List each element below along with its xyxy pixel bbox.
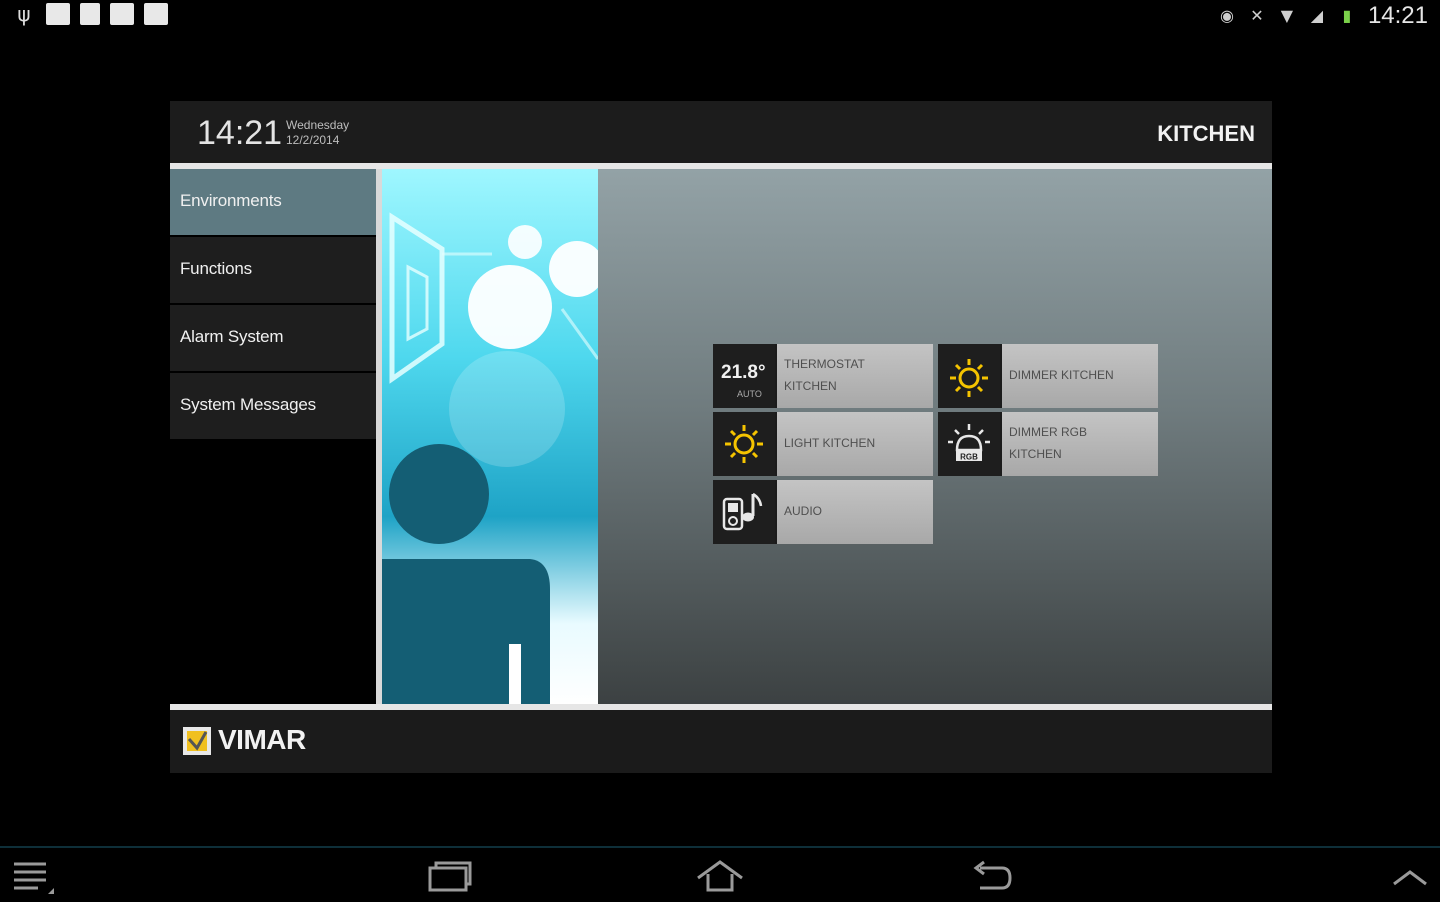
- tile-light-kitchen[interactable]: LIGHT KITCHEN: [713, 412, 933, 476]
- tile-label: DIMMER RGB KITCHEN: [1002, 412, 1158, 476]
- header-date: 12/2/2014: [286, 133, 340, 147]
- vimar-app: 14:21 Wednesday 12/2/2014 KITCHEN Enviro…: [170, 101, 1272, 773]
- back-icon[interactable]: [968, 854, 1016, 896]
- sidebar-item-alarm-system[interactable]: Alarm System: [170, 305, 376, 373]
- tile-label: THERMOSTAT KITCHEN: [777, 344, 933, 408]
- play-store-icon: [144, 3, 168, 25]
- tile-label-line1: AUDIO: [784, 504, 823, 518]
- room-title: KITCHEN: [1157, 121, 1255, 146]
- sidebar-item-system-messages[interactable]: System Messages: [170, 373, 376, 441]
- image-icon: [46, 3, 70, 25]
- tile-audio[interactable]: AUDIO: [713, 480, 933, 544]
- notification-icons: ψ: [12, 3, 168, 25]
- sidebar-item-functions[interactable]: Functions: [170, 237, 376, 305]
- android-nav-bar: [0, 846, 1440, 902]
- app-header: 14:21 Wednesday 12/2/2014 KITCHEN: [170, 101, 1272, 163]
- tile-dimmer-rgb-kitchen[interactable]: RGB DIMMER RGB KITCHEN: [938, 412, 1158, 476]
- sidebar-item-label: Functions: [180, 259, 252, 278]
- mute-icon: ✕: [1250, 6, 1264, 25]
- battery-icon: ▮: [1342, 6, 1352, 25]
- wifi-icon: ▼: [1280, 6, 1294, 25]
- tile-label-line2: KITCHEN: [1009, 447, 1062, 461]
- sun-icon: [938, 344, 1000, 408]
- tile-label: DIMMER KITCHEN: [1002, 344, 1158, 408]
- chevron-up-icon[interactable]: [1388, 854, 1432, 896]
- thermostat-mode: AUTO: [737, 389, 762, 399]
- sun-icon: [713, 412, 775, 476]
- tile-label-line1: LIGHT KITCHEN: [784, 436, 876, 450]
- status-clock: 14:21: [1367, 2, 1428, 29]
- menu-icon[interactable]: [10, 854, 58, 896]
- rgb-badge-text: RGB: [960, 453, 978, 462]
- checkbox-icon: [110, 3, 134, 25]
- tile-dimmer-kitchen[interactable]: DIMMER KITCHEN: [938, 344, 1158, 408]
- sidebar-item-label: System Messages: [180, 395, 316, 414]
- sidebar-item-label: Environments: [180, 191, 282, 210]
- sidebar-item-label: Alarm System: [180, 327, 284, 346]
- tile-label-line2: KITCHEN: [784, 379, 837, 393]
- sidebar: Environments Functions Alarm System Syst…: [170, 169, 376, 704]
- devices-panel: 21.8° AUTO THERMOSTAT KITCHEN DIMMER KIT…: [598, 169, 1272, 704]
- thermostat-icon: 21.8° AUTO: [713, 344, 775, 408]
- sidebar-item-environments[interactable]: Environments: [170, 169, 376, 237]
- header-time: 14:21: [197, 114, 283, 152]
- tile-label: AUDIO: [777, 480, 933, 544]
- tile-label: LIGHT KITCHEN: [777, 412, 933, 476]
- brand-name: VIMAR: [218, 724, 306, 755]
- home-icon[interactable]: [694, 854, 746, 896]
- status-bar: ψ ◉ ✕ ▼ ◢ ▮ 14:21: [0, 0, 1440, 30]
- eye-icon: ◉: [1219, 6, 1234, 25]
- person-house-graphic: [382, 212, 598, 704]
- tile-label-line1: DIMMER RGB: [1009, 425, 1087, 439]
- tile-label-line1: THERMOSTAT: [784, 357, 865, 371]
- header-day: Wednesday: [286, 118, 350, 132]
- tile-thermostat-kitchen[interactable]: 21.8° AUTO THERMOSTAT KITCHEN: [713, 344, 933, 408]
- app-footer: VIMAR: [170, 710, 1272, 773]
- document-icon: [80, 3, 100, 25]
- usb-icon: ψ: [17, 2, 31, 26]
- vimar-logo-icon: [183, 727, 211, 755]
- environment-illustration: [382, 169, 598, 704]
- audio-icon: [713, 480, 775, 544]
- signal-icon: ◢: [1310, 6, 1324, 25]
- system-icons: ◉ ✕ ▼ ◢ ▮ 14:21: [1216, 2, 1428, 30]
- recent-apps-icon[interactable]: [424, 854, 474, 896]
- tile-label-line1: DIMMER KITCHEN: [1009, 368, 1114, 382]
- rgb-lamp-icon: RGB: [938, 412, 1000, 476]
- temperature-value: 21.8°: [721, 362, 766, 383]
